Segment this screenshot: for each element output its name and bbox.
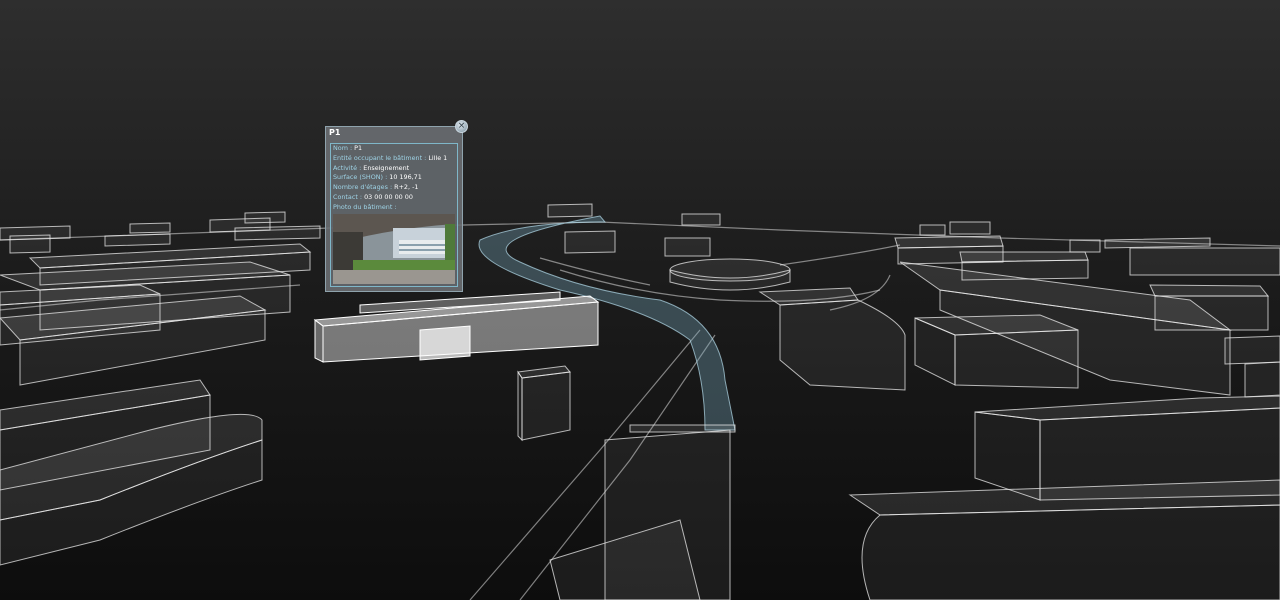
- attr-row-entite: Entité occupant le bâtiment : Lille 1: [331, 154, 457, 164]
- 3d-map-viewport[interactable]: P1 Nom : P1 Entité occupant le bâtiment …: [0, 0, 1280, 600]
- building-group-left[interactable]: [0, 243, 312, 566]
- selected-building-p1[interactable]: [313, 291, 600, 363]
- building-group-near-right[interactable]: [848, 395, 1280, 600]
- attr-label: Surface (SHON) :: [333, 173, 388, 182]
- popup-title: P1: [329, 128, 341, 137]
- popup-attributes: Nom : P1 Entité occupant le bâtiment : L…: [330, 143, 458, 287]
- round-building[interactable]: [669, 258, 791, 291]
- attr-label: Nom :: [333, 144, 353, 152]
- close-icon[interactable]: ×: [455, 120, 468, 133]
- attr-value: Enseignement: [363, 163, 410, 172]
- attr-row-surface: Surface (SHON) : 10 196,71: [331, 173, 457, 183]
- attr-value: Lille 1: [428, 153, 448, 162]
- building-group-right[interactable]: [758, 221, 1280, 398]
- attr-label: Nombre d'étages :: [333, 183, 393, 192]
- attr-row-activite: Activité : Enseignement: [331, 164, 457, 174]
- attr-value: 03 00 00 00 00: [364, 192, 413, 201]
- attr-row-etages: Nombre d'étages : R+2, -1: [331, 183, 457, 193]
- building-info-popup[interactable]: P1 Nom : P1 Entité occupant le bâtiment …: [325, 126, 463, 292]
- building-photo: [333, 214, 455, 284]
- attr-row-photo: Photo du bâtiment :: [331, 203, 457, 213]
- attr-label: Contact :: [333, 192, 363, 201]
- attr-label: Entité occupant le bâtiment :: [333, 153, 427, 162]
- attr-value: P1: [354, 144, 363, 152]
- attr-value: R+2, -1: [394, 183, 419, 192]
- attr-value: 10 196,71: [389, 173, 422, 182]
- attr-row-nom: Nom : P1: [331, 144, 457, 154]
- attr-label: Photo du bâtiment :: [333, 202, 397, 211]
- 3d-scene[interactable]: [0, 0, 1280, 600]
- attr-label: Activité :: [333, 163, 362, 172]
- attr-row-contact: Contact : 03 00 00 00 00: [331, 193, 457, 203]
